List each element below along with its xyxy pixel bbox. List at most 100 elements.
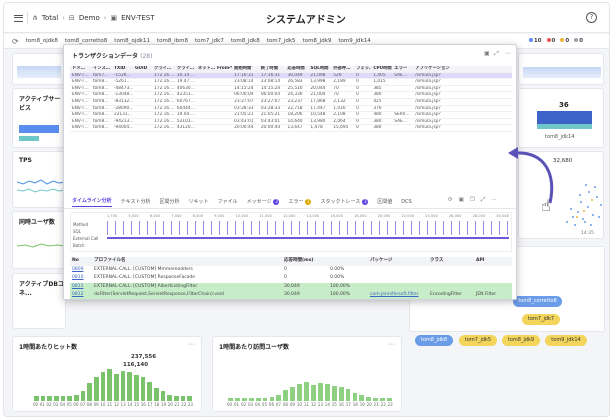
chevron-right-icon: › bbox=[62, 14, 66, 22]
hour-label: 11 bbox=[107, 402, 113, 407]
maximize-icon[interactable]: ⤢ bbox=[494, 50, 499, 58]
timeline-tick: 11,000 bbox=[259, 214, 272, 218]
tab-9[interactable]: DCS bbox=[401, 199, 412, 205]
hour-label: 22 bbox=[181, 402, 187, 407]
breadcrumb-root[interactable]: Total bbox=[42, 14, 58, 22]
help-icon[interactable]: ? bbox=[586, 12, 597, 23]
hour-label: 04 bbox=[59, 402, 66, 407]
more-icon[interactable]: ⋯ bbox=[491, 197, 497, 204]
table-cell: 応答時間 bbox=[287, 66, 305, 71]
tab-4[interactable]: ファイル bbox=[218, 198, 238, 205]
hour-bar bbox=[338, 386, 344, 401]
table-row[interactable]: ENV-T… tom8… -83132… 172.16.… 60767… 23:27:07… bbox=[70, 99, 512, 106]
profile-row[interactable]: 0811 EXTERNAL-CALL: [CUSTOM] AlbertListin… bbox=[70, 282, 512, 292]
table-cell: 40630… bbox=[176, 85, 195, 91]
tab-5[interactable]: メッセージ 3 bbox=[247, 198, 280, 205]
expand-icon[interactable]: ⤢ bbox=[481, 197, 485, 204]
table-row[interactable]: ENV-T… tom8… 22131… 172.16.… 19.04.… 21:05:21… bbox=[70, 112, 512, 119]
tab-7[interactable]: スタックトレース 3 bbox=[320, 198, 369, 205]
profile-cell bbox=[428, 266, 474, 275]
refresh-icon[interactable]: ⟳ bbox=[12, 37, 19, 46]
profile-cell[interactable]: 0809 bbox=[70, 266, 92, 275]
bar bbox=[19, 136, 39, 141]
more-icon[interactable]: ⋯ bbox=[505, 50, 511, 57]
tab-3[interactable]: リキット bbox=[189, 198, 209, 205]
tab-2[interactable]: 区間分析 bbox=[160, 198, 180, 205]
hour-bar bbox=[262, 398, 268, 401]
tab-0[interactable]: タイムライン分析 bbox=[72, 197, 112, 207]
table-cell: 06:00:04 bbox=[234, 92, 254, 98]
table-row[interactable]: ENV-T… tom8… -28090… 172.16.… 60444… 03:28:33… bbox=[70, 106, 512, 113]
tps-card: TPS bbox=[12, 151, 66, 208]
column-header: 応答時間(ms) bbox=[284, 258, 314, 263]
profile-cell[interactable]: 0812 bbox=[70, 291, 92, 299]
timeline-tick: 20,000 bbox=[377, 214, 391, 218]
table-cell: CPU時間 bbox=[373, 66, 392, 71]
profile-cell[interactable]: 0811 bbox=[70, 283, 92, 292]
profile-cell[interactable]: 0810 bbox=[70, 274, 92, 283]
copy-icon[interactable]: ❐ bbox=[470, 197, 475, 204]
table-cell: ネット… bbox=[197, 66, 215, 71]
hour-bar bbox=[366, 397, 372, 401]
table-cell bbox=[196, 112, 215, 118]
table-cell: 172.16.… bbox=[154, 98, 175, 104]
table-cell: /simula.jsp? bbox=[415, 79, 441, 85]
hour-axis: 00 01 02 03 04 05 06 07 08 09 10 11 12 13 14 15 16 17 18 19… bbox=[227, 402, 393, 407]
refresh-icon[interactable]: ⟳ bbox=[448, 197, 453, 204]
screenshot-icon[interactable]: ▣ bbox=[484, 50, 490, 57]
instance-pill[interactable]: tom8_corretto8 bbox=[513, 296, 562, 307]
profile-row[interactable]: 0812 doFilter(ServletRequest,ServletRespo… bbox=[70, 291, 512, 299]
table-cell: -28090… bbox=[113, 105, 133, 111]
table-row[interactable]: ENV-T… tom8… -94213… 172.16.… 52101… 03:43:01… bbox=[70, 119, 512, 126]
timeline-tick: 22,000 bbox=[401, 214, 415, 218]
table-cell: 25,510 bbox=[287, 85, 303, 91]
table-cell bbox=[392, 86, 413, 92]
table-cell: 385 bbox=[373, 85, 382, 91]
table-cell: アプリケーション bbox=[415, 66, 450, 71]
table-cell: 17,447 bbox=[310, 105, 326, 111]
tab-1[interactable]: テキスト分析 bbox=[121, 198, 151, 205]
table-cell: 26,583 bbox=[287, 79, 303, 85]
table-cell: -5261… bbox=[113, 79, 131, 85]
instance-pill[interactable]: tom7_jdk5 bbox=[459, 335, 497, 346]
table-row[interactable]: ENV-T… tom8… -48473… 172.16.… 40630… 14:15:24… bbox=[70, 86, 512, 93]
breadcrumb-env[interactable]: ENV-TEST bbox=[121, 14, 154, 22]
table-row[interactable]: ENV-T… tom8… -13048… 172.16.… 42351… 06:00:04… bbox=[70, 92, 512, 99]
more-icon[interactable]: ⋯ bbox=[388, 341, 394, 348]
more-icon[interactable]: ⋯ bbox=[188, 341, 194, 348]
table-row[interactable]: ENV-T… tom8… -94004… 172.16.… 43120… 20:00:44… bbox=[70, 125, 512, 132]
profile-row[interactable]: 0810 EXTERNAL-CALL: [CUSTOM] ResponseFaca… bbox=[70, 274, 512, 283]
instance-pill[interactable]: tom9_jdk14 bbox=[545, 335, 587, 346]
table-cell: クライ… bbox=[154, 66, 172, 71]
table-cell: 23,237 bbox=[287, 98, 303, 104]
breadcrumb-project[interactable]: Demo bbox=[79, 14, 100, 22]
table-row[interactable]: ENV-T… tom7… -152K… 172.16.… 10.14.… 17:16:31… bbox=[70, 72, 512, 80]
timeline-lane-label: SQL bbox=[73, 229, 81, 234]
table-row[interactable]: ENV-T… tom8… -5261… 172.16.… 19.47.… 23:08:14… bbox=[70, 79, 512, 86]
hour-label: 07 bbox=[80, 402, 86, 407]
hour-label: 18 bbox=[154, 402, 160, 407]
table-cell bbox=[196, 106, 215, 112]
table-cell: 380 bbox=[373, 92, 382, 98]
table-cell: 172.16.… bbox=[154, 92, 175, 98]
tab-8[interactable]: 区間値 bbox=[377, 198, 392, 205]
window-icon[interactable]: ▣ bbox=[459, 197, 464, 204]
tab-6[interactable]: エラー 1 bbox=[288, 198, 312, 205]
table-cell: 14,640 bbox=[287, 118, 303, 124]
profile-cell bbox=[474, 274, 512, 283]
table-cell: 24,330 bbox=[287, 92, 303, 98]
hour-bar bbox=[290, 386, 296, 401]
hour-label: 11 bbox=[303, 402, 309, 407]
hour-label: 19 bbox=[160, 402, 167, 407]
instance-pill[interactable]: tom7_jdk7 bbox=[522, 314, 560, 325]
table-cell bbox=[133, 119, 152, 125]
menu-icon[interactable] bbox=[14, 14, 23, 22]
profile-cell: EXTERNAL-CALL: [CUSTOM] ResponseFacade bbox=[94, 275, 196, 281]
table-cell: 17:16:31 bbox=[234, 72, 254, 78]
instance-pill[interactable]: tom8_jdk8 bbox=[415, 335, 453, 346]
profile-row[interactable]: 0809 EXTERNAL-CALL: [CUSTOM] Mmmemodders 0… bbox=[70, 266, 512, 275]
hour-label: 12 bbox=[310, 402, 316, 407]
hour-label: 02 bbox=[240, 402, 247, 407]
instance-pill[interactable]: tom8_jdk9 bbox=[502, 335, 540, 346]
tag-item[interactable]: tom8_ojdk8 bbox=[26, 38, 58, 44]
